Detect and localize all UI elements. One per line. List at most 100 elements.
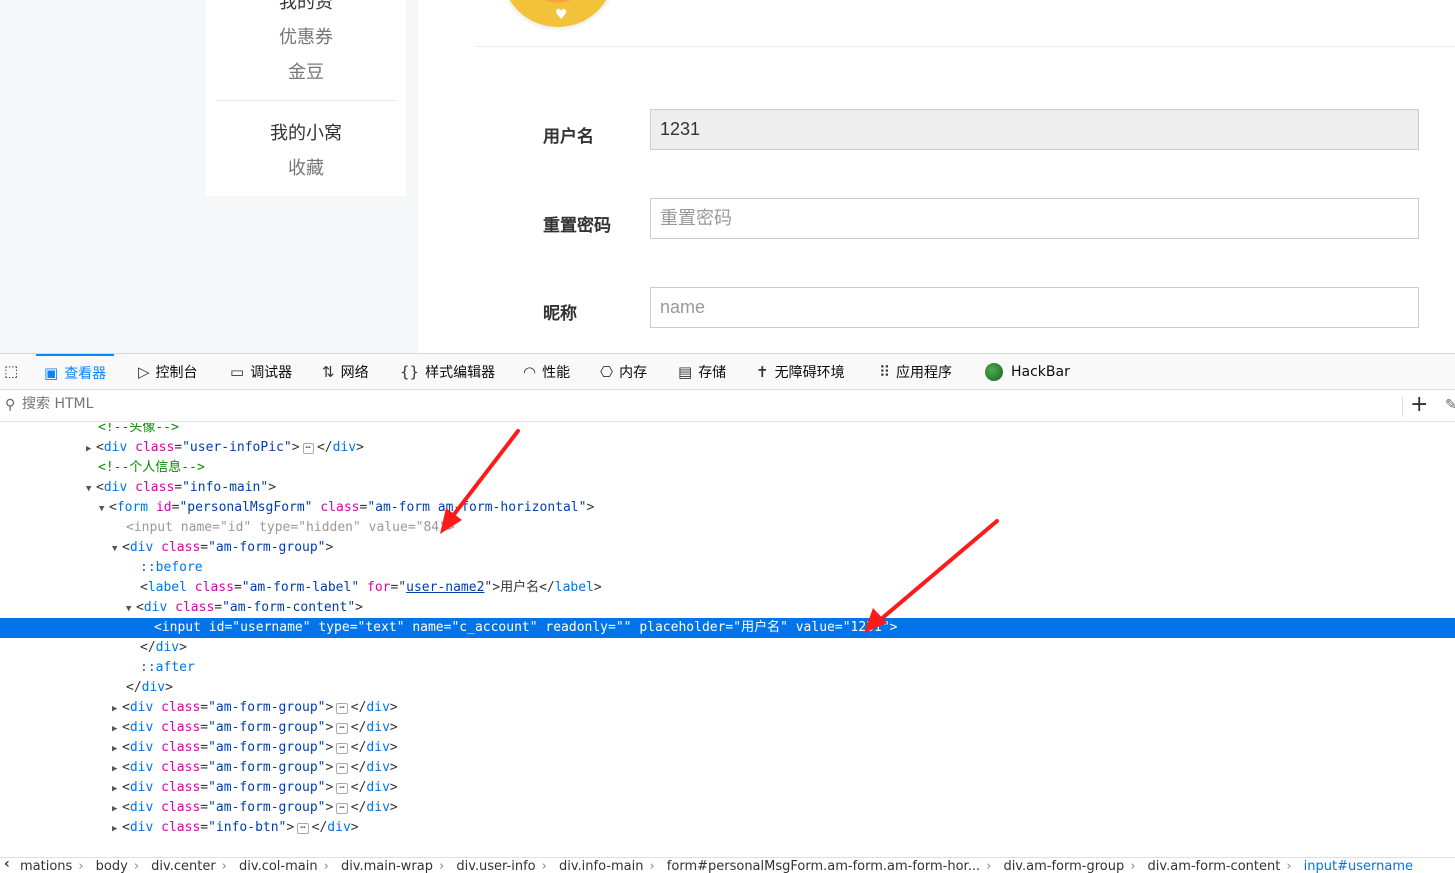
tree-row[interactable]: ▼ <div class="am-form-group"> — [0, 538, 1455, 558]
tree-row[interactable]: ▶ <div class="user-infoPic"> ⋯ </div> — [0, 438, 1455, 458]
tree-row[interactable]: ▶ <div class="am-form-group"> ⋯ </div> — [0, 738, 1455, 758]
collapsed-content-icon[interactable]: ⋯ — [336, 763, 348, 774]
style-editor-icon: {} — [400, 363, 420, 381]
tree-row[interactable]: ▶ <div class="am-form-group"> ⋯ </div> — [0, 718, 1455, 738]
password-input[interactable]: 重置密码 — [650, 198, 1419, 239]
collapsed-content-icon[interactable]: ⋯ — [336, 803, 348, 814]
tab-style-editor[interactable]: {} 样式编辑器 — [400, 354, 495, 390]
tree-row[interactable]: ▶ <div class="am-form-group"> ⋯ </div> — [0, 778, 1455, 798]
avatar[interactable]: ♥ — [500, 0, 616, 30]
sidebar-divider — [216, 100, 396, 101]
inspector-icon: ▣ — [44, 364, 59, 382]
tree-row[interactable]: ::after — [0, 658, 1455, 678]
chevron-right-icon: › — [541, 859, 547, 873]
tab-debugger[interactable]: ▭ 调试器 — [230, 354, 292, 390]
html-search-bar: ⚲ + ✎ — [0, 391, 1455, 422]
tree-row[interactable]: ▶ <div class="am-form-group"> ⋯ </div> — [0, 798, 1455, 818]
tree-row[interactable]: ▶ <div class="info-btn"> ⋯ </div> — [0, 818, 1455, 838]
tree-row[interactable]: <!--头像--> — [0, 423, 1455, 438]
tab-memory[interactable]: ⎔ 内存 — [600, 354, 647, 390]
breadcrumb-item[interactable]: form#personalMsgForm.am-form.am-form-hor… — [667, 859, 980, 873]
tab-hackbar[interactable]: HackBar — [985, 354, 1070, 390]
tree-row[interactable]: </div> — [0, 678, 1455, 698]
sidebar-link-my-nest[interactable]: 我的小窝 — [206, 119, 406, 145]
eyedropper-icon[interactable]: ✎ — [1445, 397, 1455, 413]
sidebar-link-gold-beans[interactable]: 金豆 — [206, 58, 406, 84]
search-icon: ⚲ — [5, 397, 16, 413]
tab-inspector[interactable]: ▣ 查看器 — [36, 354, 115, 390]
breadcrumb-item[interactable]: div.center — [151, 859, 216, 873]
tree-row[interactable]: ::before — [0, 558, 1455, 578]
breadcrumb: ‹ mations › body › div.center › div.col-mai… — [0, 857, 1455, 873]
tree-row[interactable]: ▼ <div class="info-main"> — [0, 478, 1455, 498]
tab-console[interactable]: ▷ 控制台 — [138, 354, 198, 390]
application-icon: ⠿ — [879, 363, 890, 381]
tab-accessibility[interactable]: ✝ 无障碍环境 — [756, 354, 845, 390]
breadcrumb-item[interactable]: body — [96, 859, 128, 873]
tree-row[interactable]: ▶ <div class="am-form-group"> ⋯ </div> — [0, 758, 1455, 778]
collapse-arrow-icon[interactable]: ▼ — [86, 479, 96, 499]
expand-arrow-icon[interactable]: ▶ — [86, 439, 96, 459]
search-html-input[interactable] — [22, 396, 622, 412]
collapse-arrow-icon[interactable]: ▼ — [126, 599, 136, 619]
breadcrumb-item[interactable]: div.am-form-content — [1148, 859, 1281, 873]
tree-row[interactable]: ▶ <div class="am-form-group"> ⋯ </div> — [0, 698, 1455, 718]
collapsed-content-icon[interactable]: ⋯ — [297, 823, 309, 834]
chevron-right-icon: › — [133, 859, 140, 873]
tab-application[interactable]: ⠿ 应用程序 — [879, 354, 952, 390]
label-for-link[interactable]: user-name2 — [406, 580, 484, 595]
chevron-right-icon: › — [439, 859, 445, 873]
debugger-icon: ▭ — [230, 363, 245, 381]
expand-arrow-icon[interactable]: ▶ — [112, 799, 122, 819]
markup-tree: <!--头像--> ▶ <div class="user-infoPic"> ⋯ </… — [0, 423, 1455, 857]
breadcrumb-item[interactable]: div.info-main — [559, 859, 643, 873]
expand-arrow-icon[interactable]: ▶ — [112, 819, 122, 839]
network-icon: ⇅ — [322, 363, 335, 381]
tree-row[interactable]: <label class="am-form-label" for="user-n… — [0, 578, 1455, 598]
chevron-left-icon[interactable]: ‹ — [4, 858, 10, 872]
tree-row-selected[interactable]: <input id="username" type="text" name="c… — [0, 618, 1455, 638]
expand-arrow-icon[interactable]: ▶ — [112, 719, 122, 739]
breadcrumb-item[interactable]: mations — [20, 859, 72, 873]
hackbar-icon — [985, 363, 1003, 381]
toolbar-separator — [1402, 397, 1403, 417]
tree-row[interactable]: </div> — [0, 638, 1455, 658]
tab-storage[interactable]: ▤ 存储 — [678, 354, 726, 390]
collapsed-content-icon[interactable]: ⋯ — [336, 783, 348, 794]
password-label: 重置密码 — [543, 216, 611, 236]
collapsed-content-icon[interactable]: ⋯ — [302, 443, 314, 454]
sidebar-link-my-assets[interactable]: 我的资 — [206, 0, 406, 14]
collapsed-content-icon[interactable]: ⋯ — [336, 723, 348, 734]
breadcrumb-item[interactable]: div.col-main — [239, 859, 318, 873]
username-input[interactable]: 1231 — [650, 109, 1419, 150]
expand-arrow-icon[interactable]: ▶ — [112, 759, 122, 779]
tree-row[interactable]: ▼ <form id="personalMsgForm" class="am-fo… — [0, 498, 1455, 518]
nickname-input[interactable]: name — [650, 287, 1419, 328]
sidebar-link-coupons[interactable]: 优惠券 — [206, 23, 406, 49]
collapsed-content-icon[interactable]: ⋯ — [336, 703, 348, 714]
collapse-arrow-icon[interactable]: ▼ — [99, 499, 109, 519]
tab-network[interactable]: ⇅ 网络 — [322, 354, 369, 390]
collapse-arrow-icon[interactable]: ▼ — [112, 539, 122, 559]
tree-row[interactable]: <input name="id" type="hidden" value="84… — [0, 518, 1455, 538]
breadcrumb-item[interactable]: div.user-info — [456, 859, 535, 873]
nickname-label: 昵称 — [543, 304, 577, 324]
storage-icon: ▤ — [678, 363, 693, 381]
breadcrumb-item-current[interactable]: input#username — [1304, 859, 1413, 873]
devtools-toolbar: ⬚ ▣ 查看器 ▷ 控制台 ▭ 调试器 ⇅ 网络 {} 样式编辑器 ◠ 性能 ⎔… — [0, 354, 1455, 390]
sidebar-link-favorites[interactable]: 收藏 — [206, 154, 406, 180]
tree-row[interactable]: <!--个人信息--> — [0, 458, 1455, 478]
tab-performance[interactable]: ◠ 性能 — [523, 354, 570, 390]
main-divider — [475, 46, 1455, 47]
breadcrumb-item[interactable]: div.am-form-group — [1003, 859, 1124, 873]
expand-arrow-icon[interactable]: ▶ — [112, 779, 122, 799]
chevron-right-icon: › — [986, 859, 992, 873]
tree-row[interactable]: ▼ <div class="am-form-content"> — [0, 598, 1455, 618]
expand-arrow-icon[interactable]: ▶ — [112, 699, 122, 719]
chevron-right-icon: › — [323, 859, 329, 873]
add-node-button[interactable]: + — [1410, 392, 1428, 417]
collapsed-content-icon[interactable]: ⋯ — [336, 743, 348, 754]
element-picker-icon[interactable]: ⬚ — [4, 362, 24, 382]
expand-arrow-icon[interactable]: ▶ — [112, 739, 122, 759]
breadcrumb-item[interactable]: div.main-wrap — [341, 859, 433, 873]
